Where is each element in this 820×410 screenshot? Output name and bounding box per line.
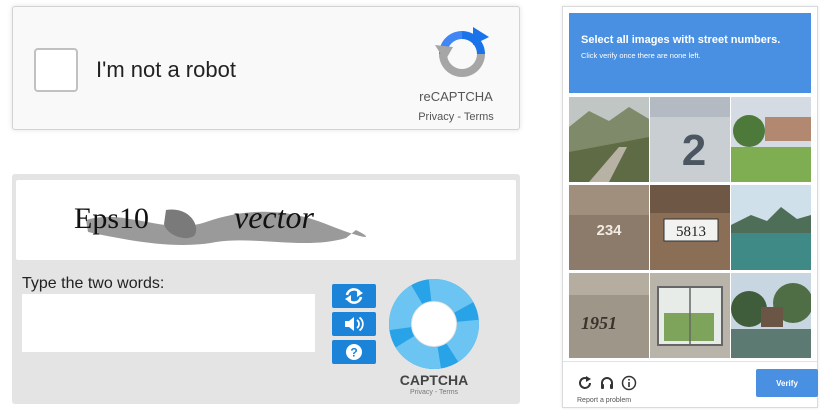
image-tile[interactable] [569, 97, 649, 182]
recaptcha-logo-icon [435, 27, 489, 77]
text-captcha-widget: Eps10 vector Type the two words: ? CAPTC… [12, 174, 520, 404]
terms-link[interactable]: Terms [464, 111, 494, 123]
not-a-robot-checkbox[interactable] [34, 48, 78, 92]
image-challenge-widget: Select all images with street numbers. C… [562, 6, 818, 408]
captcha-brand: CAPTCHA [399, 372, 469, 388]
link-separator: - [454, 111, 464, 123]
recaptcha-links: Privacy - Terms [401, 111, 511, 123]
captcha-terms-link[interactable]: Terms [439, 389, 458, 396]
verify-button[interactable]: Verify [756, 369, 818, 397]
refresh-icon [345, 288, 363, 304]
image-tile[interactable]: 1951 [569, 273, 649, 358]
tile-number: 2 [682, 126, 706, 175]
report-problem-link[interactable]: Report a problem [577, 397, 631, 404]
help-captcha-button[interactable]: ? [332, 340, 376, 364]
tile-number: 5813 [676, 224, 706, 240]
info-icon[interactable] [621, 375, 637, 391]
privacy-link[interactable]: Privacy [418, 111, 454, 123]
challenge-header: Select all images with street numbers. C… [569, 13, 811, 93]
reload-icon[interactable] [577, 375, 593, 391]
help-icon: ? [346, 344, 362, 360]
checkbox-label: I'm not a robot [96, 57, 236, 82]
captcha-links: Privacy - Terms [386, 389, 482, 396]
svg-text:?: ? [350, 346, 357, 360]
tile-number: 1951 [581, 313, 617, 333]
instruction-emphasis: street numbers. [697, 34, 781, 46]
headphones-icon[interactable] [599, 375, 615, 391]
footer-divider [563, 361, 817, 362]
instruction-prefix: Select all images with [581, 34, 698, 46]
captcha-word-1: Eps10 [74, 202, 149, 235]
recaptcha-widget: I'm not a robot reCAPTCHA Privacy - Term… [12, 6, 520, 130]
audio-captcha-button[interactable] [332, 312, 376, 336]
audio-icon [345, 316, 364, 332]
image-tile[interactable] [731, 273, 811, 358]
image-grid: 2 234 5813 1951 [569, 97, 811, 359]
recaptcha-brand: reCAPTCHA [419, 89, 493, 104]
image-tile[interactable]: 234 [569, 185, 649, 270]
challenge-instruction: Select all images with street numbers. [581, 34, 780, 46]
captcha-word-2: vector [234, 199, 315, 235]
captcha-image: Eps10 vector [16, 180, 516, 260]
captcha-privacy-link[interactable]: Privacy [410, 389, 433, 396]
captcha-logo-icon [389, 279, 479, 369]
image-tile[interactable] [731, 97, 811, 182]
challenge-subinstruction: Click verify once there are none left. [581, 51, 701, 60]
image-tile[interactable] [650, 273, 730, 358]
tile-number: 234 [596, 222, 622, 239]
captcha-answer-input[interactable] [22, 294, 315, 352]
image-tile[interactable]: 5813 [650, 185, 730, 270]
image-tile[interactable] [731, 185, 811, 270]
refresh-captcha-button[interactable] [332, 284, 376, 308]
image-tile[interactable]: 2 [650, 97, 730, 182]
captcha-prompt: Type the two words: [22, 275, 165, 292]
